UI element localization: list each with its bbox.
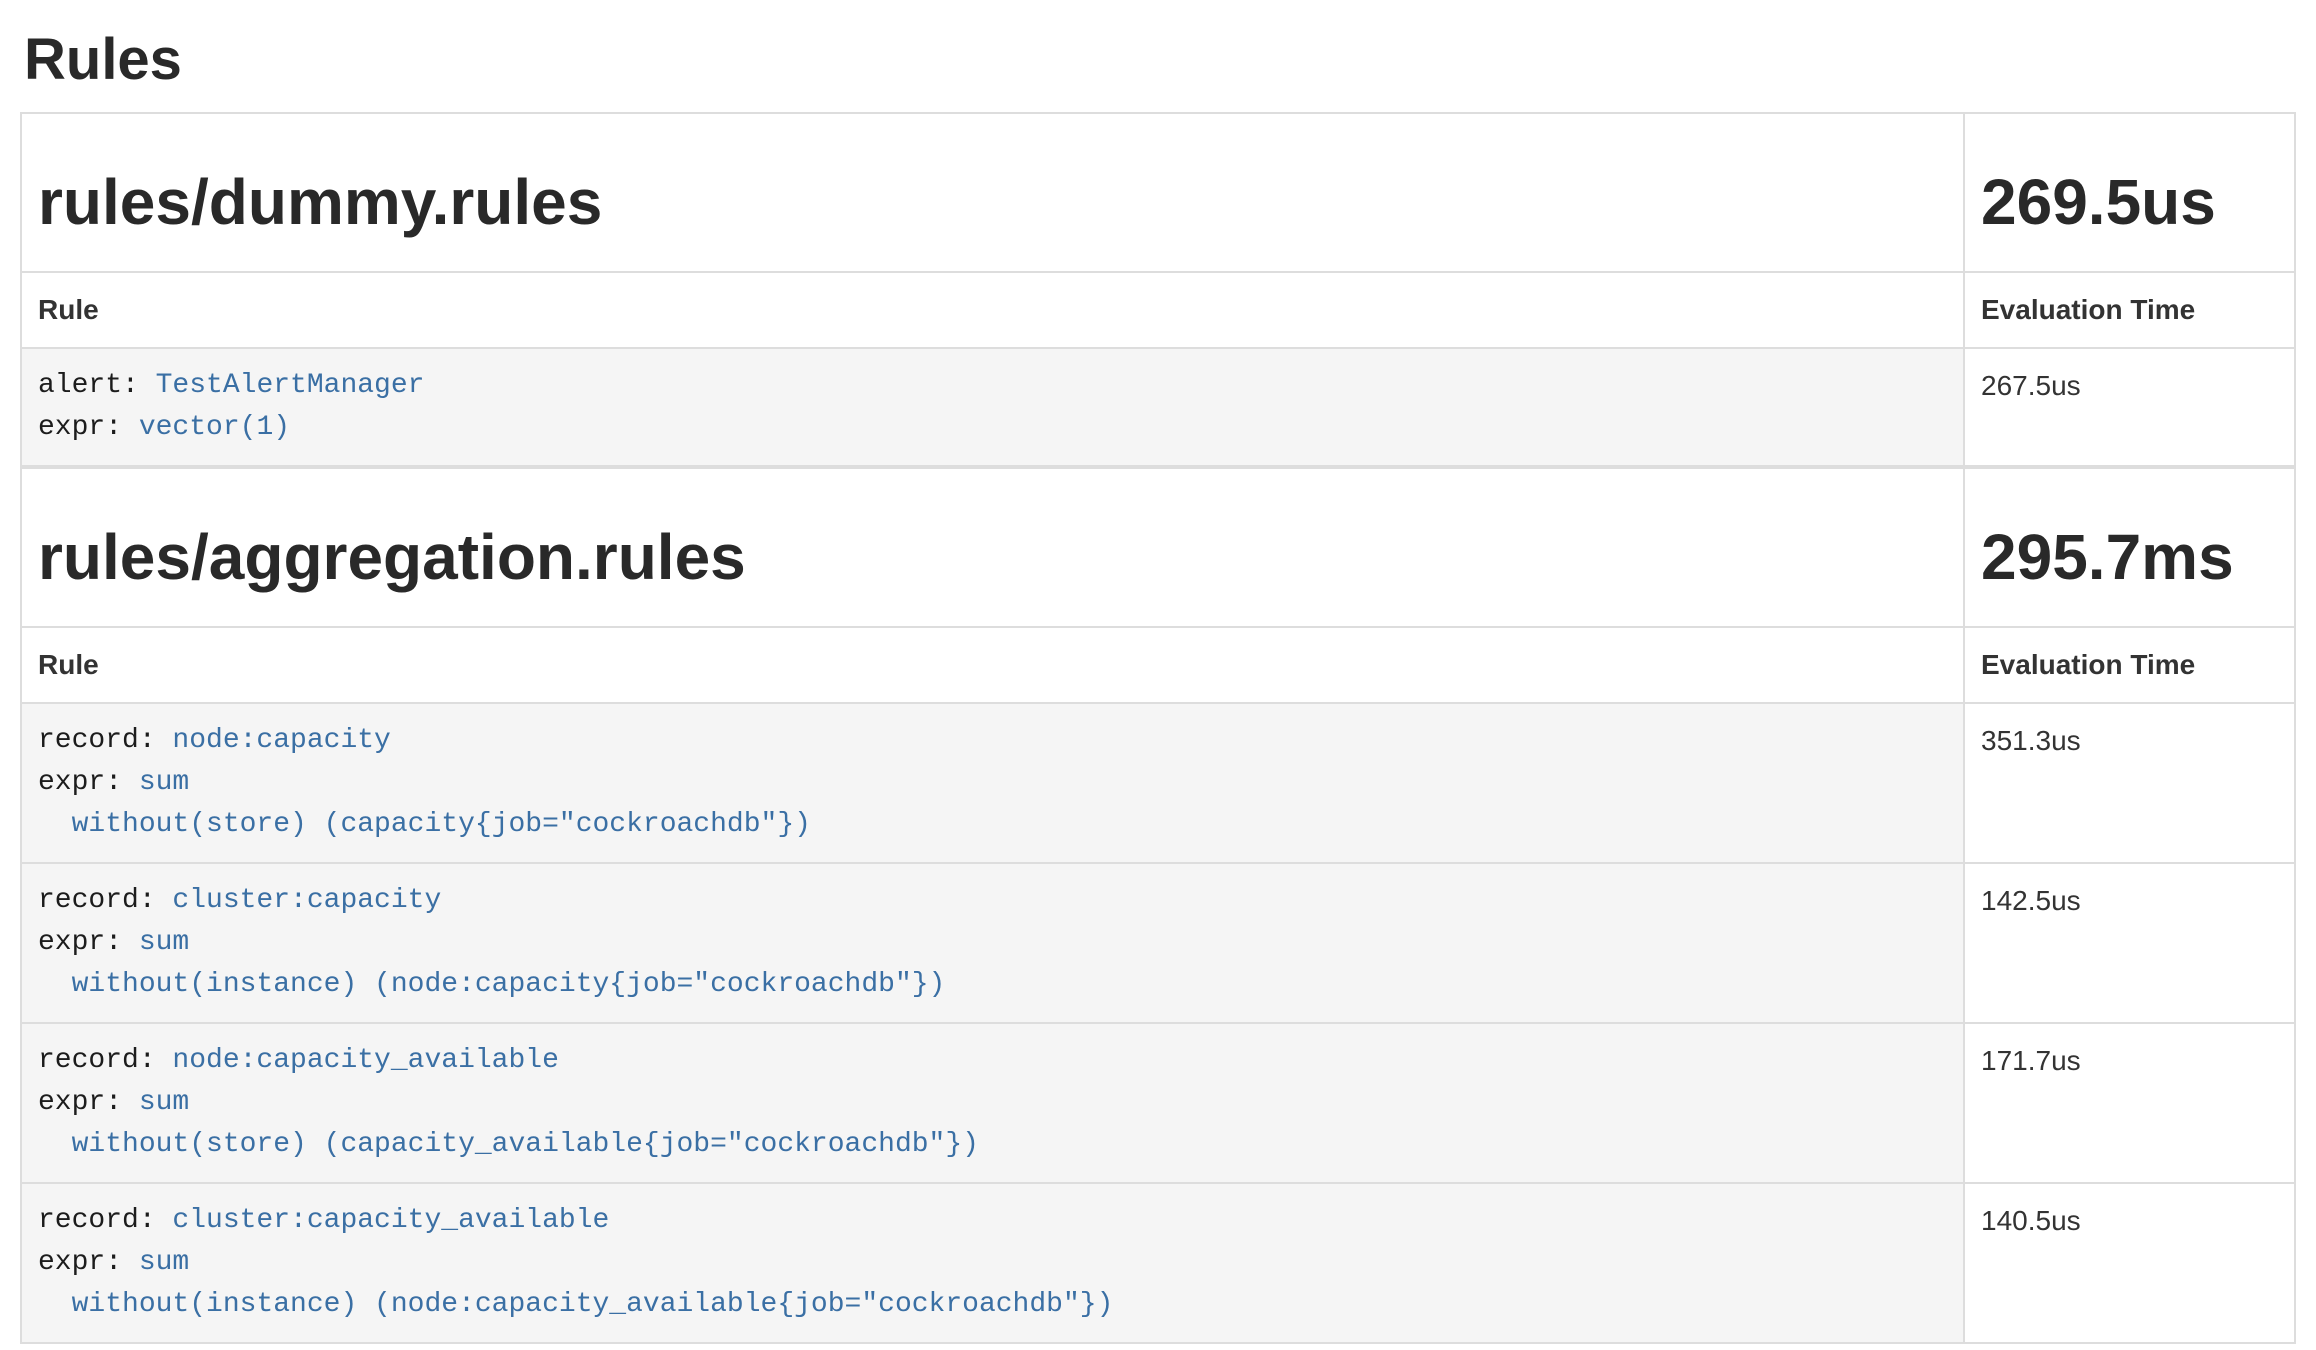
- column-header-row: Rule Evaluation Time: [21, 272, 2295, 348]
- rule-keyword: expr:: [38, 767, 139, 798]
- rule-keyword: expr:: [38, 1087, 139, 1118]
- rule-definition-cell: record: cluster:capacityexpr: sum withou…: [21, 863, 1964, 1023]
- rule-link[interactable]: without(store) (capacity_available{job="…: [38, 1129, 979, 1160]
- rule-code-line: record: cluster:capacity: [38, 880, 1947, 922]
- rule-link[interactable]: without(instance) (node:capacity_availab…: [38, 1289, 1113, 1320]
- rule-keyword: record:: [38, 725, 172, 756]
- rule-row: record: node:capacityexpr: sum without(s…: [21, 703, 2295, 863]
- group-evaluation-total: 295.7ms: [1981, 523, 2278, 592]
- rule-link[interactable]: sum: [139, 1247, 189, 1278]
- rule-code-line: expr: vector(1): [38, 407, 1947, 449]
- rule-keyword: record:: [38, 885, 172, 916]
- rule-group-list: rules/dummy.rules 269.5us Rule Evaluatio…: [20, 112, 2296, 1344]
- group-header-row: rules/dummy.rules 269.5us: [21, 113, 2295, 272]
- rule-evaluation-time: 142.5us: [1964, 863, 2295, 1023]
- rule-evaluation-time: 140.5us: [1964, 1183, 2295, 1343]
- rule-link[interactable]: node:capacity: [172, 725, 390, 756]
- rule-keyword: expr:: [38, 927, 139, 958]
- rule-code-line: without(instance) (node:capacity_availab…: [38, 1284, 1947, 1326]
- rule-link[interactable]: sum: [139, 1087, 189, 1118]
- rule-link[interactable]: without(instance) (node:capacity{job="co…: [38, 969, 945, 1000]
- rule-row: record: cluster:capacityexpr: sum withou…: [21, 863, 2295, 1023]
- evaluation-time-column-header: Evaluation Time: [1964, 627, 2295, 703]
- rule-keyword: record:: [38, 1045, 172, 1076]
- group-file-name: rules/dummy.rules: [38, 168, 1947, 237]
- group-total-cell: 295.7ms: [1964, 468, 2295, 627]
- rule-link[interactable]: sum: [139, 927, 189, 958]
- group-file-cell: rules/dummy.rules: [21, 113, 1964, 272]
- rule-keyword: record:: [38, 1205, 172, 1236]
- group-file-cell: rules/aggregation.rules: [21, 468, 1964, 627]
- rule-column-header: Rule: [21, 627, 1964, 703]
- rule-definition-cell: record: cluster:capacity_availableexpr: …: [21, 1183, 1964, 1343]
- rule-definition-cell: record: node:capacityexpr: sum without(s…: [21, 703, 1964, 863]
- rule-link[interactable]: cluster:capacity_available: [172, 1205, 609, 1236]
- group-header-row: rules/aggregation.rules 295.7ms: [21, 468, 2295, 627]
- rule-code-line: without(store) (capacity_available{job="…: [38, 1124, 1947, 1166]
- rule-link[interactable]: sum: [139, 767, 189, 798]
- rule-column-header: Rule: [21, 272, 1964, 348]
- rule-code-line: expr: sum: [38, 762, 1947, 804]
- rule-row: record: cluster:capacity_availableexpr: …: [21, 1183, 2295, 1343]
- rule-definition-cell: record: node:capacity_availableexpr: sum…: [21, 1023, 1964, 1183]
- rule-code-line: without(store) (capacity{job="cockroachd…: [38, 804, 1947, 846]
- rule-evaluation-time: 351.3us: [1964, 703, 2295, 863]
- rule-code-line: alert: TestAlertManager: [38, 365, 1947, 407]
- page-title: Rules: [24, 28, 2296, 92]
- rule-link[interactable]: TestAlertManager: [156, 370, 425, 401]
- rule-code-line: record: node:capacity_available: [38, 1040, 1947, 1082]
- rule-code-line: without(instance) (node:capacity{job="co…: [38, 964, 1947, 1006]
- rule-code-line: expr: sum: [38, 1082, 1947, 1124]
- rule-group-table: rules/aggregation.rules 295.7ms Rule Eva…: [20, 467, 2296, 1344]
- rule-link[interactable]: vector(1): [139, 412, 290, 443]
- rule-keyword: alert:: [38, 370, 156, 401]
- rule-evaluation-time: 171.7us: [1964, 1023, 2295, 1183]
- rule-code-line: record: node:capacity: [38, 720, 1947, 762]
- rule-code-line: record: cluster:capacity_available: [38, 1200, 1947, 1242]
- rule-evaluation-time: 267.5us: [1964, 348, 2295, 466]
- group-total-cell: 269.5us: [1964, 113, 2295, 272]
- group-evaluation-total: 269.5us: [1981, 168, 2278, 237]
- rule-group-table: rules/dummy.rules 269.5us Rule Evaluatio…: [20, 112, 2296, 467]
- evaluation-time-column-header: Evaluation Time: [1964, 272, 2295, 348]
- rule-link[interactable]: cluster:capacity: [172, 885, 441, 916]
- rule-keyword: expr:: [38, 1247, 139, 1278]
- column-header-row: Rule Evaluation Time: [21, 627, 2295, 703]
- rule-link[interactable]: node:capacity_available: [172, 1045, 558, 1076]
- group-file-name: rules/aggregation.rules: [38, 523, 1947, 592]
- rule-definition-cell: alert: TestAlertManagerexpr: vector(1): [21, 348, 1964, 466]
- rule-row: alert: TestAlertManagerexpr: vector(1) 2…: [21, 348, 2295, 466]
- rule-code-line: expr: sum: [38, 922, 1947, 964]
- rule-link[interactable]: without(store) (capacity{job="cockroachd…: [38, 809, 811, 840]
- rule-keyword: expr:: [38, 412, 139, 443]
- rule-row: record: node:capacity_availableexpr: sum…: [21, 1023, 2295, 1183]
- rules-page: Rules rules/dummy.rules 269.5us Rule Eva…: [0, 28, 2316, 1344]
- rule-code-line: expr: sum: [38, 1242, 1947, 1284]
